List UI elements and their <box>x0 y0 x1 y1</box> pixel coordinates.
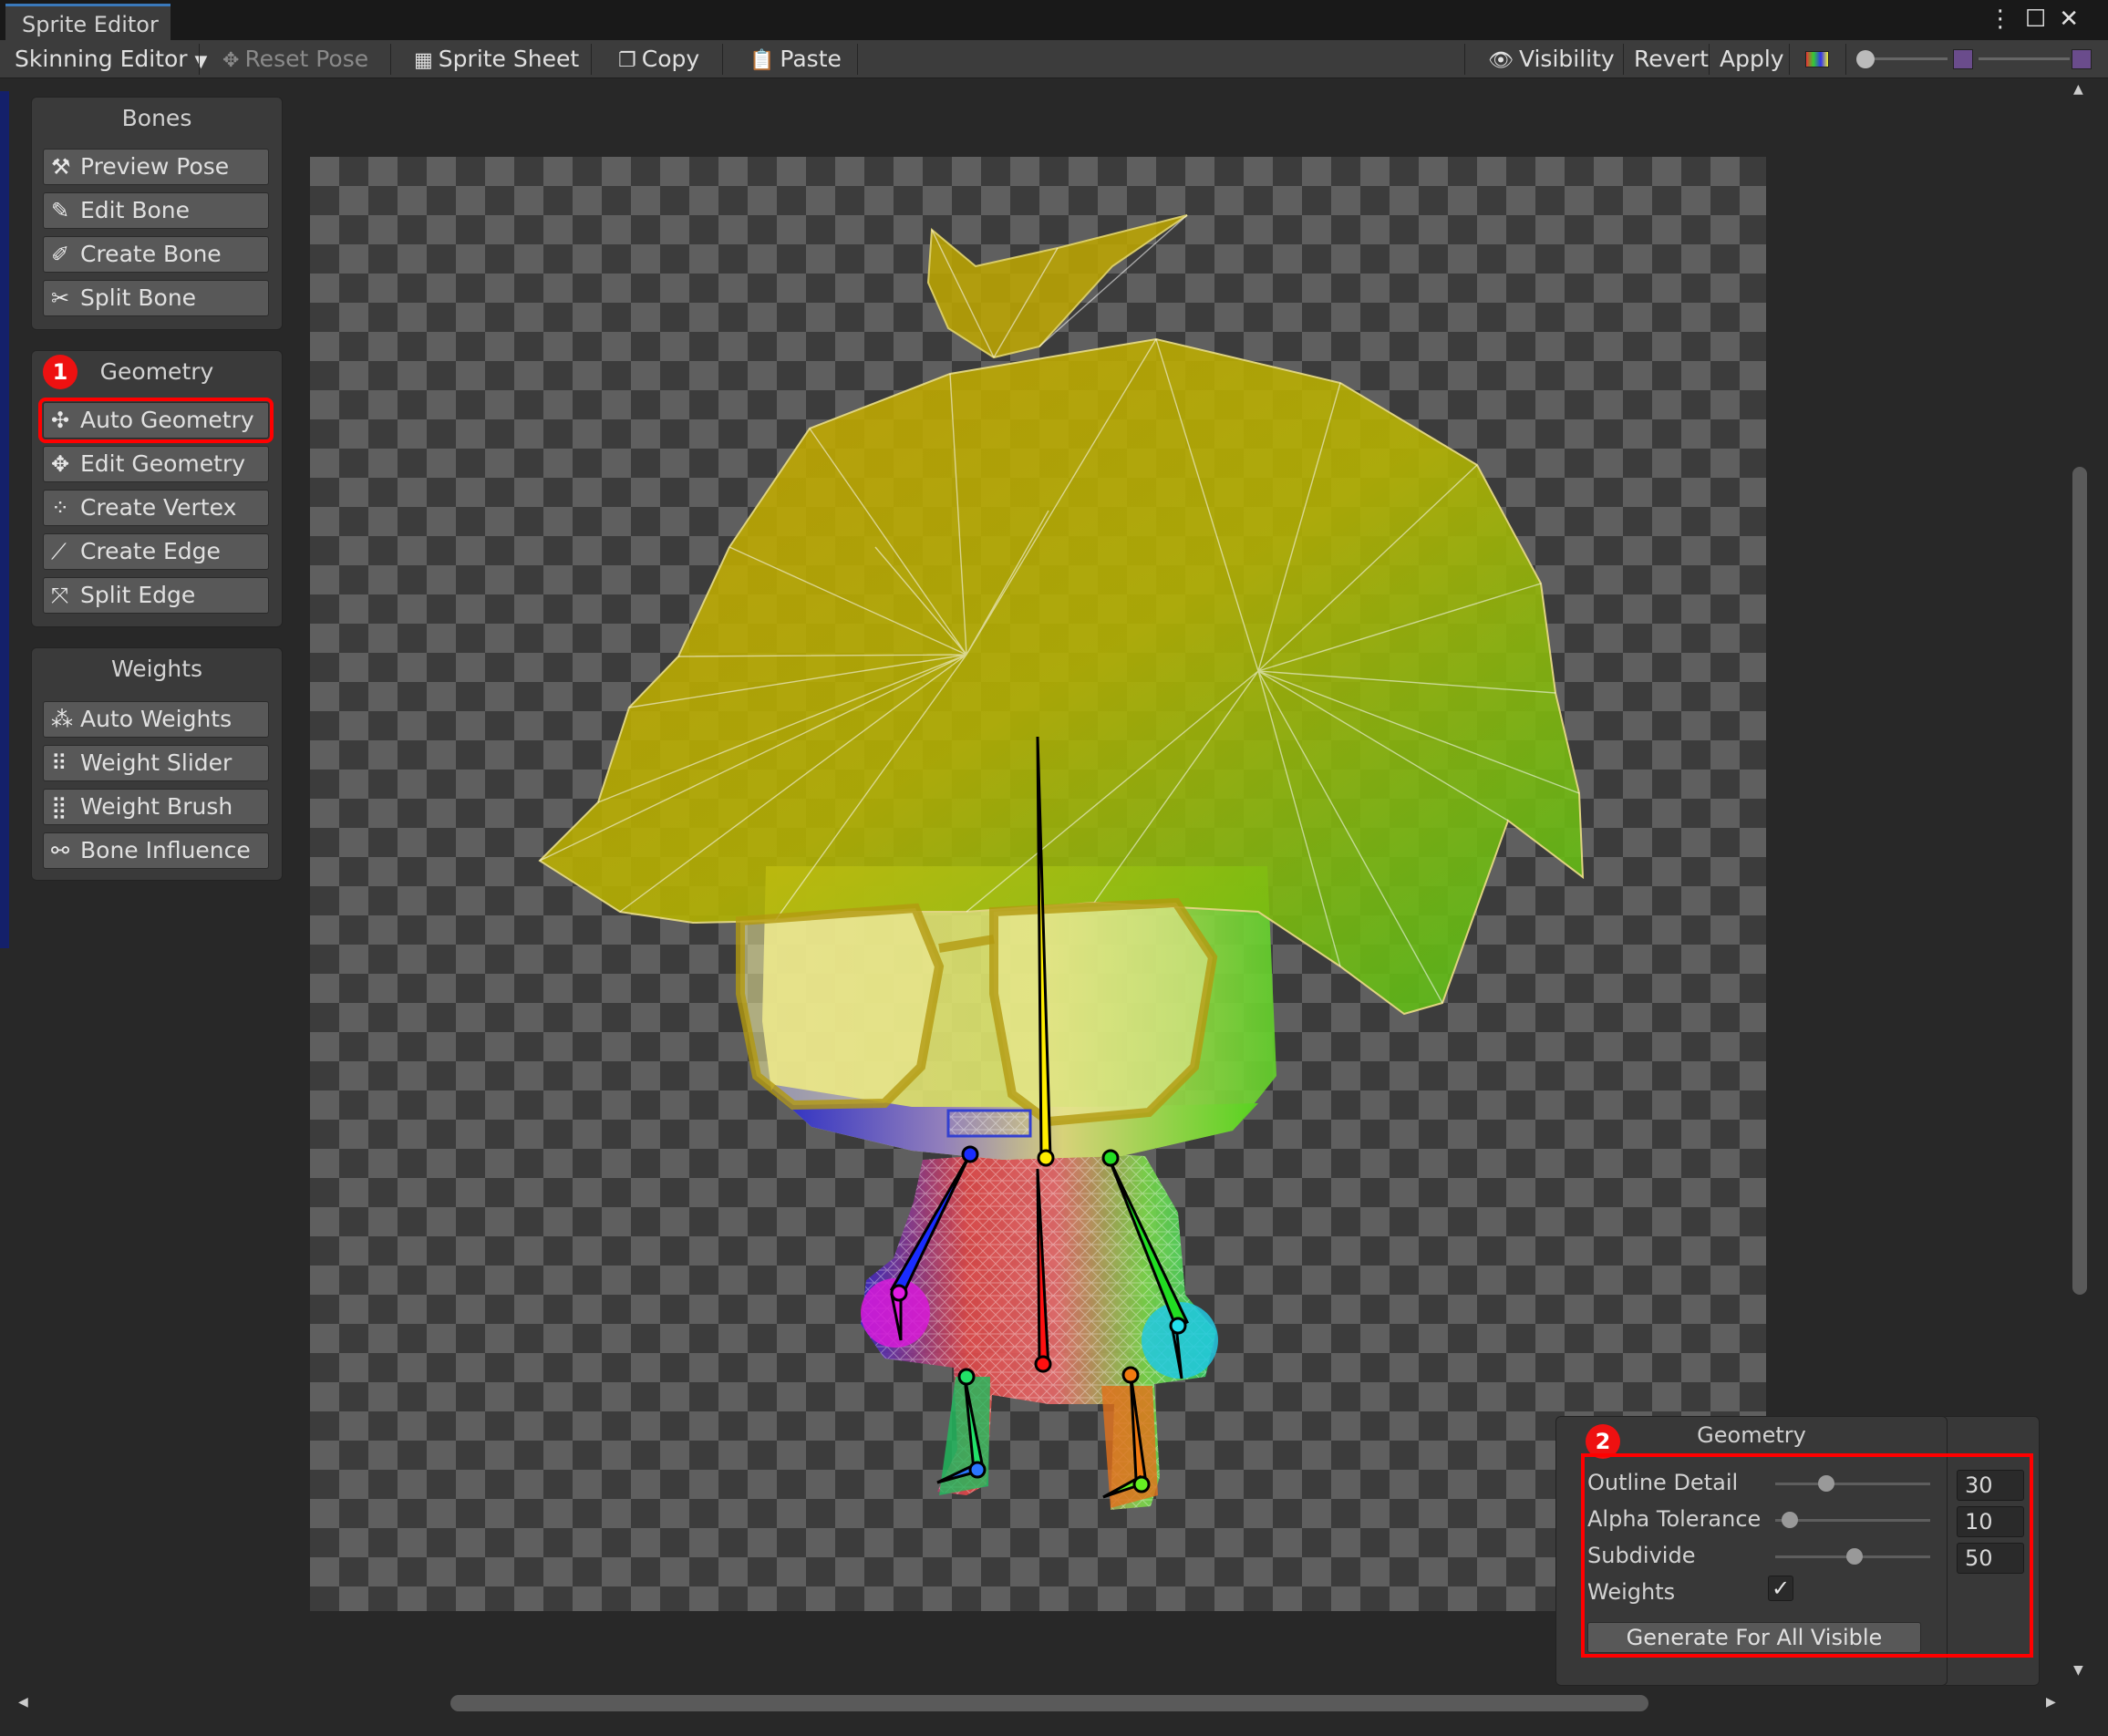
auto-weights-icon: ⁂ <box>51 707 73 732</box>
horizontal-scrollbar[interactable]: ◀ ▶ <box>16 1691 2070 1719</box>
edit-bone-button[interactable]: ✎ Edit Bone <box>43 192 269 229</box>
bone-influence-button[interactable]: ⚯ Bone Influence <box>43 832 269 869</box>
bone-influence-label: Bone Influence <box>80 837 251 863</box>
geometry-panel-title: Geometry <box>99 358 214 385</box>
weight-slider-button[interactable]: ⠿ Weight Slider <box>43 745 269 781</box>
preview-pose-icon: ⚒ <box>51 154 71 180</box>
create-vertex-button[interactable]: ⁘ Create Vertex <box>43 490 269 526</box>
create-bone-icon: ✐ <box>51 242 70 267</box>
auto-geometry-icon: ✣ <box>51 408 70 433</box>
scroll-left-arrow-icon[interactable]: ◀ <box>18 1695 28 1710</box>
weight-slider-label: Weight Slider <box>80 749 232 776</box>
vertical-scroll-thumb[interactable] <box>2072 467 2087 1295</box>
bones-panel-title: Bones <box>121 105 192 131</box>
split-edge-label: Split Edge <box>80 582 196 608</box>
create-bone-label: Create Bone <box>80 241 222 267</box>
scroll-right-arrow-icon[interactable]: ▶ <box>2046 1695 2056 1710</box>
edit-bone-icon: ✎ <box>51 198 70 223</box>
bones-panel: Bones ⚒ Preview Pose ✎ Edit Bone ✐ Create B… <box>31 97 283 330</box>
split-bone-label: Split Bone <box>80 284 197 311</box>
create-edge-label: Create Edge <box>80 538 221 564</box>
create-edge-icon: ⟋ <box>51 539 67 564</box>
weight-brush-label: Weight Brush <box>80 793 233 820</box>
split-edge-button[interactable]: ⤧ Split Edge <box>43 577 269 614</box>
bone-influence-icon: ⚯ <box>51 838 70 863</box>
auto-geometry-title: Geometry <box>1697 1422 1806 1448</box>
auto-geometry-label: Auto Geometry <box>80 407 254 433</box>
split-bone-icon: ✂ <box>51 285 70 311</box>
create-bone-button[interactable]: ✐ Create Bone <box>43 236 269 273</box>
edit-geometry-icon: ✥ <box>51 451 70 477</box>
scroll-down-arrow-icon[interactable]: ▼ <box>2073 1663 2083 1678</box>
weights-panel-title: Weights <box>110 656 203 682</box>
create-edge-button[interactable]: ⟋ Create Edge <box>43 533 269 570</box>
auto-geometry-button[interactable]: ✣ Auto Geometry <box>38 398 274 443</box>
split-edge-icon: ⤧ <box>51 583 69 608</box>
edit-bone-label: Edit Bone <box>80 197 191 223</box>
settings-highlight <box>1581 1453 2033 1658</box>
create-vertex-label: Create Vertex <box>80 494 237 521</box>
weight-slider-icon: ⠿ <box>51 750 67 776</box>
geometry-panel: 1 Geometry ✣ Auto Geometry ✥ Edit Geometry… <box>31 350 283 627</box>
weight-brush-icon: ⣿ <box>51 794 67 820</box>
preview-pose-label: Preview Pose <box>80 153 230 180</box>
scroll-up-arrow-icon[interactable]: ▲ <box>2073 82 2083 97</box>
edit-geometry-label: Edit Geometry <box>80 450 246 477</box>
auto-weights-button[interactable]: ⁂ Auto Weights <box>43 701 269 738</box>
weight-brush-button[interactable]: ⣿ Weight Brush <box>43 789 269 825</box>
vertical-scrollbar[interactable]: ▲ ▼ <box>2070 82 2090 1687</box>
split-bone-button[interactable]: ✂ Split Bone <box>43 280 269 316</box>
weights-panel: Weights ⁂ Auto Weights ⠿ Weight Slider ⣿ We… <box>31 647 283 881</box>
horizontal-scroll-thumb[interactable] <box>450 1695 1648 1711</box>
create-vertex-icon: ⁘ <box>51 495 70 521</box>
edit-geometry-button[interactable]: ✥ Edit Geometry <box>43 446 269 482</box>
auto-weights-label: Auto Weights <box>80 706 232 732</box>
preview-pose-button[interactable]: ⚒ Preview Pose <box>43 149 269 185</box>
